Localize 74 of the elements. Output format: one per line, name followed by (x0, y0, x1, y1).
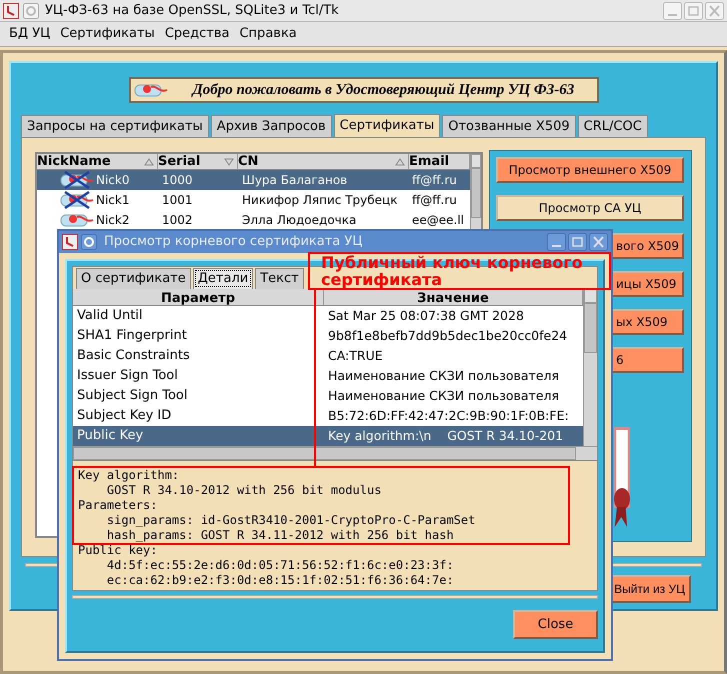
table-cell-text: ff@ff.ru (411, 192, 458, 209)
menu-item[interactable]: Справка (234, 24, 302, 44)
table-cell-text: 1002 (161, 212, 194, 229)
sort-descending-icon (224, 158, 234, 166)
table-cell-text: Наименование СКЗИ пользователя (327, 366, 560, 385)
tab[interactable]: Детали (192, 268, 254, 289)
table-row[interactable]: Nick2 1002 Элла Людоедочка ee@ee.ll (37, 210, 470, 230)
table-row[interactable]: Subject Sign Tool Наименование СКЗИ пользователя (73, 386, 583, 406)
table-cell-text: Nick2 (96, 212, 130, 229)
window-menu-icon[interactable] (23, 2, 39, 18)
sort-ascending-icon (144, 158, 154, 166)
table-cell-text: 1000 (161, 172, 194, 189)
details-text: Key algorithm: GOST R 34.10-2012 with 256 bit modulus Parameters: sign_params: id-GostR3410-2001-CryptoPro-C-ParamSet hash_params: GOST R 34.11-2012 with 256 bit hash Public key: 4d:5f:ec:55:2e:d6:0d:05:71:56:52:f1:6c:e0:23:3f: ec:ca:62:b9:e2:f3:0d:e8:15:1f:02:51:f6:36:64:7e: (73, 460, 597, 590)
app-icon (3, 2, 19, 18)
table-cell-text: ff@ff.ru (411, 172, 458, 189)
action-button[interactable]: Просмотр внешнего X509 (496, 157, 684, 183)
table-row[interactable]: Basic Constraints CA:TRUE (73, 346, 583, 366)
table-row[interactable]: Nick0 1000 Шура Балаганов ff@ff.ru (37, 170, 470, 190)
tab[interactable]: Отозванные X509 (442, 115, 576, 137)
close-icon[interactable] (705, 2, 724, 20)
window-menu-icon[interactable] (81, 234, 97, 250)
banner-text: Добро пожаловать в Удостоверяющий Центр УЦ ФЗ-63 (192, 80, 574, 100)
table-cell-text: Шура Балаганов (241, 172, 348, 189)
maximize-icon[interactable] (568, 233, 587, 251)
table-cell-text: Basic Constraints (76, 347, 191, 366)
menu-item[interactable]: Сертификаты (55, 24, 160, 44)
table-row[interactable]: Public Key Key algorithm:\n GOST R 34.10-201 (73, 426, 583, 446)
callout-text: Публичный ключ корневого сертификата (321, 254, 584, 288)
table-cell-text: Nick0 (96, 172, 130, 189)
table-row[interactable]: SHA1 Fingerprint 9b8f1e8befb7dd9b5dec1be20cc0fe24 (73, 326, 583, 346)
app-icon (62, 234, 78, 250)
table-cell-text: ee@ee.ll (411, 212, 466, 229)
table-cell-text: Sat Mar 25 08:07:38 GMT 2028 (327, 306, 525, 325)
tab[interactable]: Архив Запросов (210, 115, 332, 137)
column-header[interactable]: Serial (158, 154, 238, 169)
tab[interactable]: Текст (255, 268, 304, 289)
table-cell-text: B5:72:6D:FF:42:47:2C:9B:90:1F:0B:FE: (327, 406, 570, 425)
horizontal-scrollbar[interactable] (73, 447, 576, 460)
tab[interactable]: О сертификате (76, 268, 191, 289)
table-cell-text: CA:TRUE (327, 346, 384, 365)
action-button[interactable]: Просмотр СА УЦ (496, 195, 684, 221)
maximize-icon[interactable] (684, 2, 703, 20)
tab[interactable]: CRL/COC (578, 115, 648, 137)
table-cell-text: Никифор Ляпис Трубецк (241, 192, 398, 209)
table-cell-text: Nick1 (96, 192, 130, 209)
table-cell-text: Issuer Sign Tool (76, 367, 179, 386)
table-cell-text: Subject Sign Tool (76, 387, 188, 406)
table-cell-text: Элла Людоедочка (241, 212, 358, 229)
table-row[interactable]: Issuer Sign Tool Наименование СКЗИ пользователя (73, 366, 583, 386)
table-cell-text: 1001 (161, 192, 194, 209)
table-row[interactable]: Subject Key ID B5:72:6D:FF:42:47:2C:9B:90:1F:0B:FE: (73, 406, 583, 426)
column-header[interactable]: CN (238, 154, 409, 169)
table-row[interactable]: Valid Until Sat Mar 25 08:07:38 GMT 2028 (73, 306, 583, 326)
minimize-icon[interactable] (663, 2, 682, 20)
table-cell-text: 9b8f1e8befb7dd9b5dec1be20cc0fe24 (327, 326, 568, 345)
close-button[interactable]: Close (513, 610, 598, 639)
table-cell-text: Valid Until (76, 307, 144, 326)
table-row[interactable]: Nick1 1001 Никифор Ляпис Трубецк ff@ff.ru (37, 190, 470, 210)
table-cell-text: Subject Key ID (76, 407, 172, 426)
scrollbar[interactable] (583, 289, 597, 446)
table-cell-text: Key algorithm:\n GOST R 34.10-201 (327, 426, 564, 445)
menu-item[interactable]: Средства (160, 24, 234, 44)
close-icon[interactable] (589, 233, 608, 251)
minimize-icon[interactable] (547, 233, 566, 251)
menu-item[interactable]: БД УЦ (4, 24, 56, 44)
table-cell-text: Public Key (76, 427, 144, 446)
window-title: УЦ-ФЗ-63 на базе OpenSSL, SQLite3 и Tcl/Tk (45, 2, 339, 20)
table-cell-text: Наименование СКЗИ пользователя (327, 386, 560, 405)
tab[interactable]: Сертификаты (334, 114, 440, 137)
tab[interactable]: Запросы на сертификаты (21, 115, 209, 137)
sort-ascending-icon (395, 158, 405, 166)
table-cell-text: SHA1 Fingerprint (76, 327, 188, 346)
column-header[interactable]: NickName (37, 154, 158, 169)
dialog-title: Просмотр корневого сертификата УЦ (104, 233, 362, 252)
